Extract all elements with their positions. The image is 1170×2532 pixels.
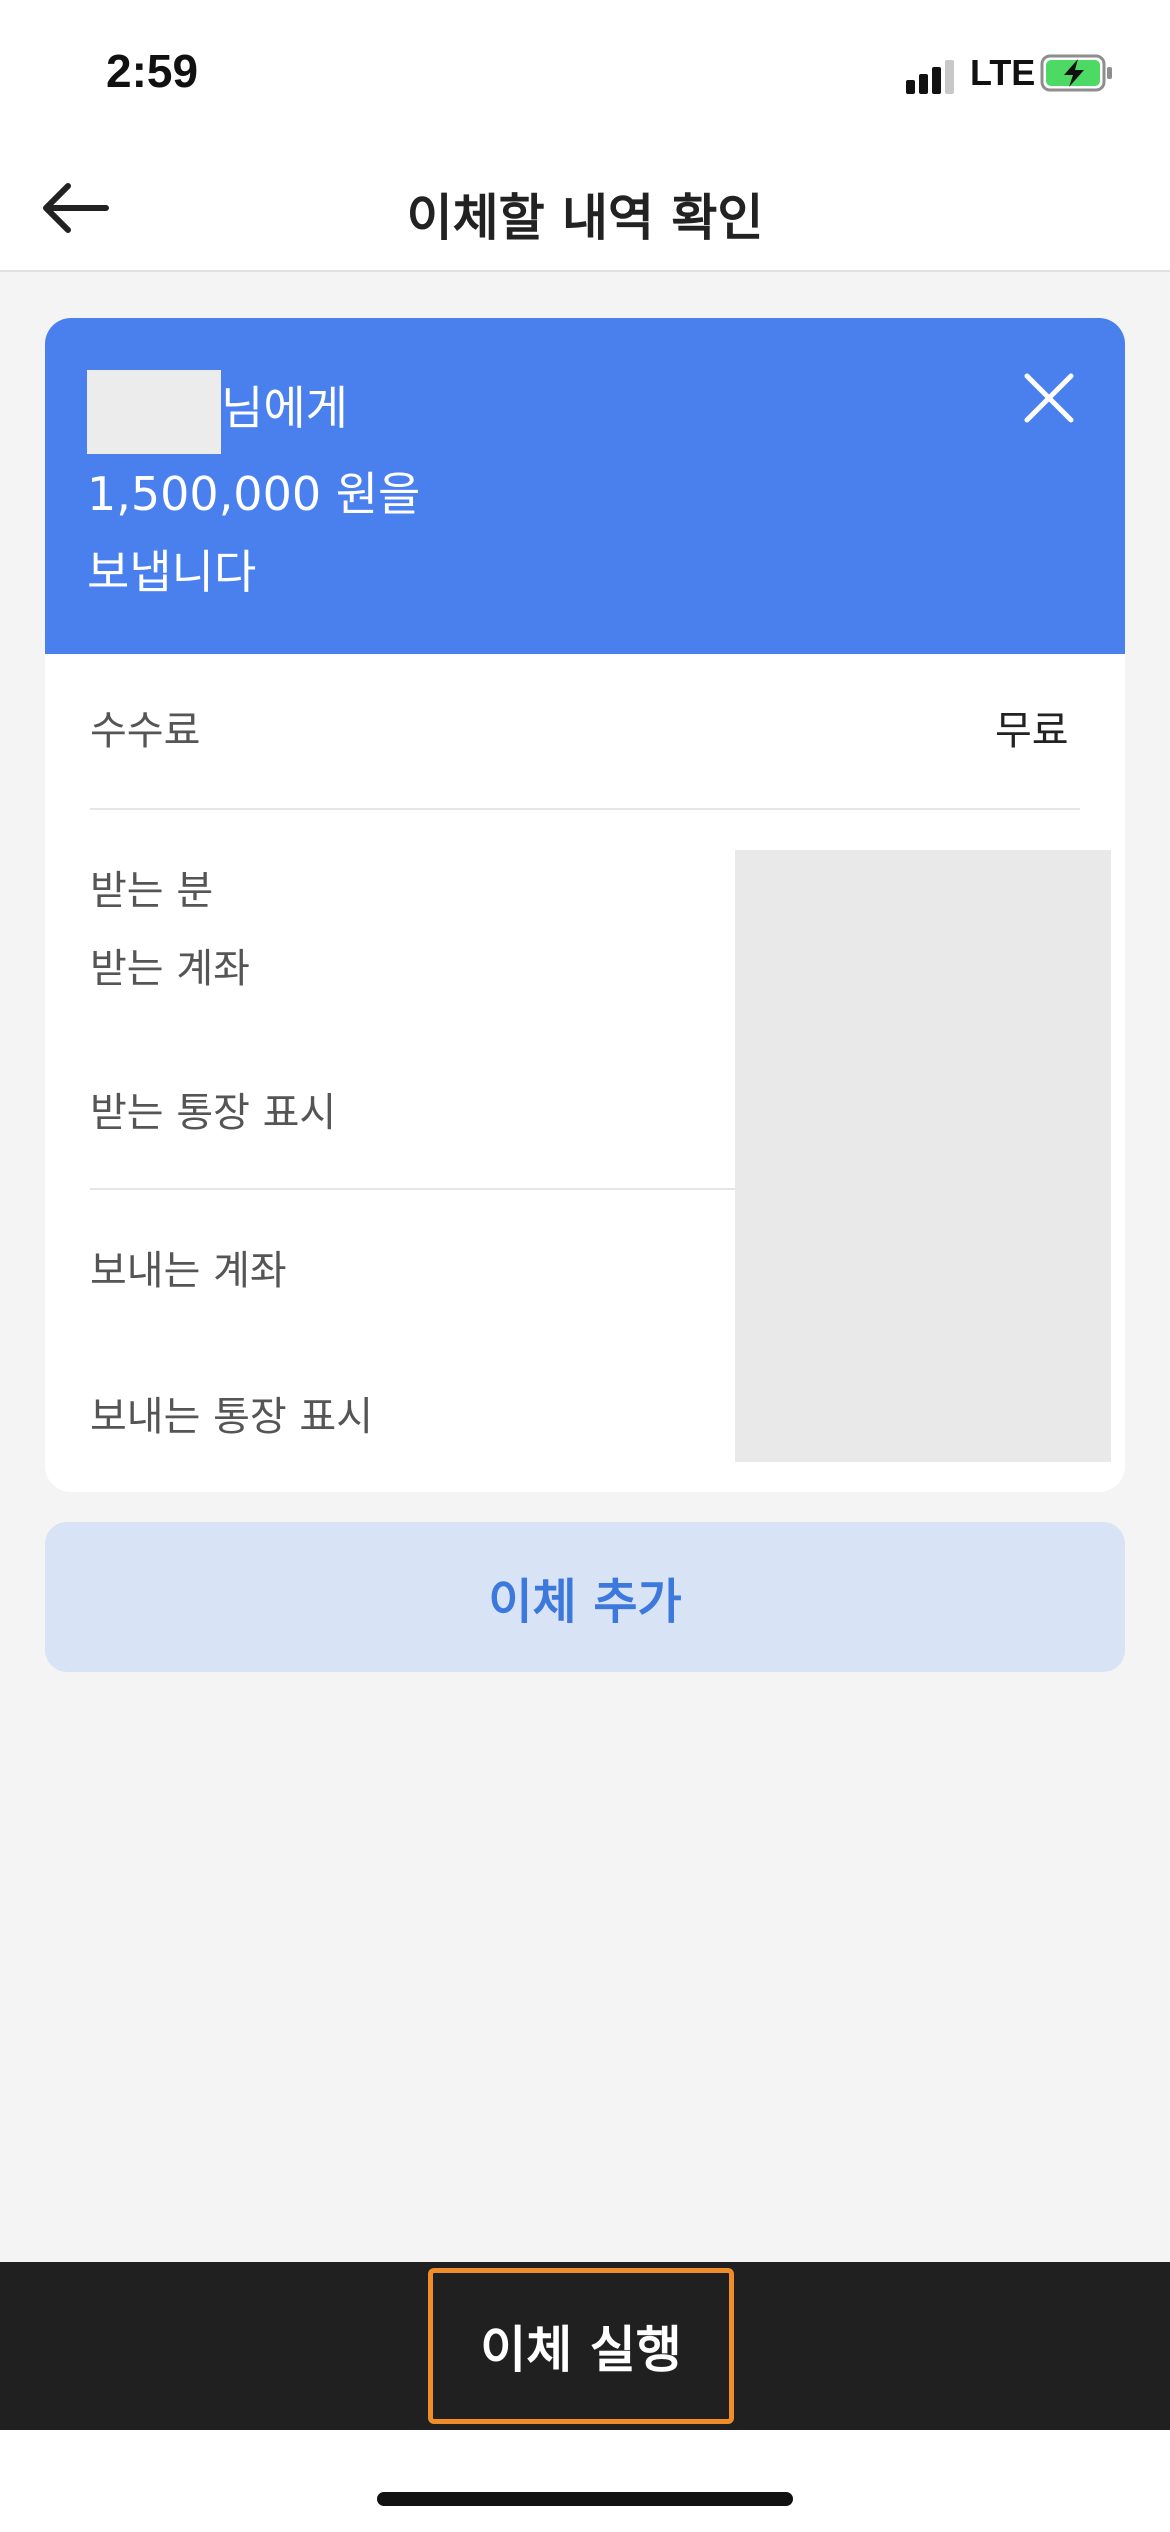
sender-memo-label: 보내는 통장 표시 <box>90 1394 374 1440</box>
fee-value: 무료 <box>995 708 1069 754</box>
home-indicator[interactable] <box>377 2492 793 2506</box>
network-type: LTE <box>970 52 1036 93</box>
home-indicator-area <box>0 2430 1170 2532</box>
bottom-action-bar: 이체 실행 <box>0 2262 1170 2430</box>
top-navigation: 이체할 내역 확인 <box>0 150 1170 272</box>
execute-transfer-button[interactable]: 이체 실행 <box>428 2268 734 2424</box>
sender-account-label: 보내는 계좌 <box>90 1248 287 1294</box>
section-divider <box>90 1188 735 1190</box>
fee-divider <box>90 808 1080 810</box>
add-transfer-button[interactable]: 이체 추가 <box>45 1522 1125 1672</box>
battery-charging-icon <box>1040 54 1112 92</box>
account-details-redacted <box>735 850 1111 1462</box>
transfer-hero: 님에게 1,500,000 원을 보냅니다 <box>45 318 1125 654</box>
recipient-name-redacted <box>87 370 221 454</box>
close-icon[interactable] <box>1021 370 1077 426</box>
recipient-account-label: 받는 계좌 <box>90 946 250 992</box>
transfer-amount: 1,500,000 원을 <box>87 467 421 521</box>
recipient-name-label: 받는 분 <box>90 868 214 914</box>
status-bar: 2:59 LTE <box>0 0 1170 150</box>
recipient-suffix: 님에게 <box>221 381 348 435</box>
recipient-memo-label: 받는 통장 표시 <box>90 1090 337 1136</box>
transfer-summary-card: 님에게 1,500,000 원을 보냅니다 수수료 무료 받는 분 받는 계좌 … <box>45 318 1125 1492</box>
transfer-action-text: 보냅니다 <box>87 545 257 599</box>
status-time: 2:59 <box>106 45 199 97</box>
cellular-signal-icon <box>906 58 956 94</box>
fee-label: 수수료 <box>90 708 201 754</box>
page-title: 이체할 내역 확인 <box>406 189 764 247</box>
